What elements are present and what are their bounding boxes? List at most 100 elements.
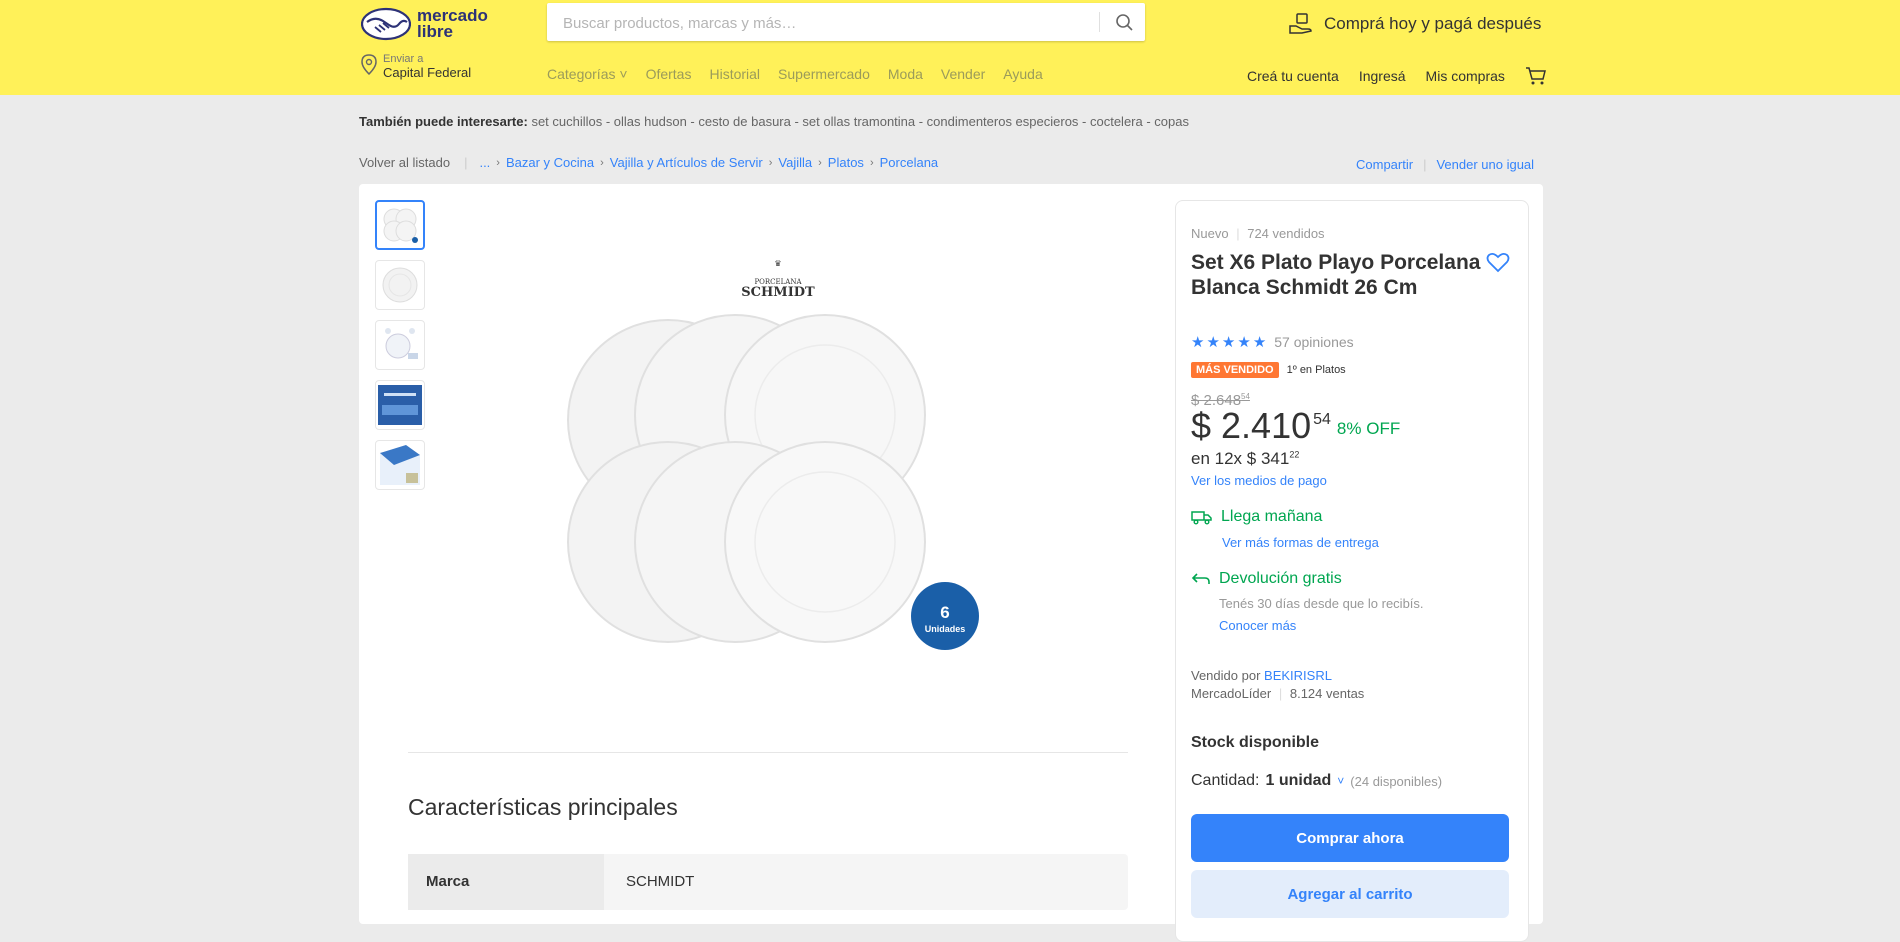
price-cents: 54 [1313,411,1331,428]
learn-more-link[interactable]: Conocer más [1219,618,1296,633]
breadcrumb: Volver al listado | ... › Bazar y Cocina… [359,155,938,170]
product-main-image[interactable]: ♛ PORCELANA SCHMIDT 6 Unidades [560,250,1020,690]
nav-historial[interactable]: Historial [709,66,760,82]
rating[interactable]: ★ ★ ★ ★ ★ 57 opiniones [1191,333,1354,351]
header: mercado libre Comprá hoy y pagá después … [0,0,1900,95]
nav-vender[interactable]: Vender [941,66,985,82]
product-title: Set X6 Plato Playo Porcelana Blanca Schm… [1191,251,1481,299]
mercadolibre-logo[interactable]: mercado libre [361,5,501,45]
svg-text:6: 6 [940,603,949,622]
thumbnail-5[interactable] [375,440,425,490]
stock-status: Stock disponible [1191,734,1320,751]
seller-label: Vendido por [1191,668,1261,683]
seller-info: Vendido por BEKIRISRL MercadoLíder | 8.1… [1191,667,1364,703]
promo-text: Comprá hoy y pagá después [1324,14,1542,33]
seller-level: MercadoLíder [1191,686,1272,701]
nav-categorias[interactable]: Categorías ˅ [547,66,628,82]
search-bar [547,3,1145,43]
svg-text:♛: ♛ [774,259,781,268]
chevron-right-icon: › [600,156,604,169]
seller-name-link[interactable]: BEKIRISRL [1264,668,1332,683]
discount: 8% OFF [1336,419,1401,438]
best-seller-badge: MÁS VENDIDO [1191,362,1279,378]
current-price: $ 2.410 54 8% OFF [1191,405,1400,447]
search-button[interactable] [1107,7,1141,37]
chevron-right-icon: › [768,156,773,169]
create-account-link[interactable]: Creá tu cuenta [1247,68,1339,84]
units-badge: 6 Unidades [911,582,979,650]
location-selector[interactable]: Enviar a Capital Federal [359,53,471,81]
cart-icon[interactable] [1525,66,1547,86]
search-icon [1116,14,1133,31]
plate-detail-thumbnail-image [385,328,418,359]
add-to-cart-button[interactable]: Agregar al carrito [1191,870,1509,918]
chevron-down-icon: ˅ [1337,774,1345,788]
seller-separator: | [1278,686,1283,701]
share-separator: | [1423,157,1427,172]
breadcrumb-bazar[interactable]: Bazar y Cocina [506,155,594,170]
buy-now-button[interactable]: Comprar ahora [1191,814,1509,862]
thumbnail-4[interactable] [375,380,425,430]
nav-supermercado[interactable]: Supermercado [778,66,870,82]
svg-text:Unidades: Unidades [925,624,966,634]
nav-ofertas[interactable]: Ofertas [646,66,692,82]
location-pin-icon [361,54,377,76]
star-icon: ★ [1252,334,1267,351]
related-items[interactable]: set cuchillos - ollas hudson - cesto de … [531,114,1189,129]
handshake-logo-icon [361,7,411,41]
breadcrumb-platos[interactable]: Platos [828,155,864,170]
spec-row: Marca SCHMIDT [408,854,1128,910]
plates-illustration [567,314,926,643]
share-actions: Compartir | Vender uno igual [1356,157,1534,172]
best-seller: MÁS VENDIDO 1º en Platos [1191,362,1346,378]
quantity-selector[interactable]: Cantidad: 1 unidad ˅ (24 disponibles) [1191,772,1442,790]
search-divider [1099,12,1100,32]
my-purchases-link[interactable]: Mis compras [1426,68,1505,84]
spec-key: Marca [408,854,604,910]
nav-ayuda[interactable]: Ayuda [1003,66,1042,82]
star-icon: ★ [1237,334,1251,351]
payment-methods-link[interactable]: Ver los medios de pago [1191,473,1327,488]
svg-text:SCHMIDT: SCHMIDT [741,285,815,300]
related-label: También puede interesarte: [359,114,528,129]
condition-sold: Nuevo | 724 vendidos [1191,226,1325,241]
share-link[interactable]: Compartir [1356,157,1413,172]
thumbnail-3[interactable] [375,320,425,370]
search-input[interactable] [561,3,1085,43]
rank-text[interactable]: 1º en Platos [1287,364,1346,376]
login-link[interactable]: Ingresá [1359,68,1406,84]
promo-banner[interactable]: Comprá hoy y pagá después [1288,10,1541,38]
shipping-text: Llega mañana [1221,508,1323,525]
hand-money-icon [1289,13,1312,34]
return-info: Devolución gratis [1191,570,1342,588]
breadcrumb-ellipsis[interactable]: ... [479,155,490,170]
review-count: 57 opiniones [1274,334,1354,350]
return-arrow-icon [1191,573,1210,584]
logo-text: mercado libre [417,6,488,41]
packaging-thumbnail-image [380,445,420,485]
location-label: Enviar a [383,53,424,65]
spec-value: SCHMIDT [626,873,695,890]
thumbnail-1[interactable] [375,200,425,250]
quantity-value: 1 unidad [1265,772,1332,789]
installments: en 12x $ 34122 [1191,449,1300,468]
price-amount: $ 2.410 [1191,405,1312,446]
specs-title: Características principales [408,794,678,820]
sell-similar-link[interactable]: Vender uno igual [1436,157,1534,172]
nav-moda[interactable]: Moda [888,66,923,82]
return-note: Tenés 30 días desde que lo recibís. [1219,596,1424,611]
info-card-thumbnail-image [378,385,422,425]
breadcrumb-porcelana[interactable]: Porcelana [880,155,939,170]
plates-thumbnail-image [383,208,418,243]
breadcrumb-vajilla-articulos[interactable]: Vajilla y Artículos de Servir [610,155,763,170]
heart-icon[interactable] [1485,250,1511,274]
breadcrumb-vajilla[interactable]: Vajilla [778,155,812,170]
section-divider [408,752,1128,753]
sold-count: 724 vendidos [1247,226,1325,241]
condition-separator: | [1236,226,1240,241]
delivery-options-link[interactable]: Ver más formas de entrega [1222,535,1379,550]
seller-sales: 8.124 ventas [1289,686,1365,701]
breadcrumb-separator: | [464,155,468,170]
thumbnail-2[interactable] [375,260,425,310]
back-to-list-link[interactable]: Volver al listado [359,155,450,170]
